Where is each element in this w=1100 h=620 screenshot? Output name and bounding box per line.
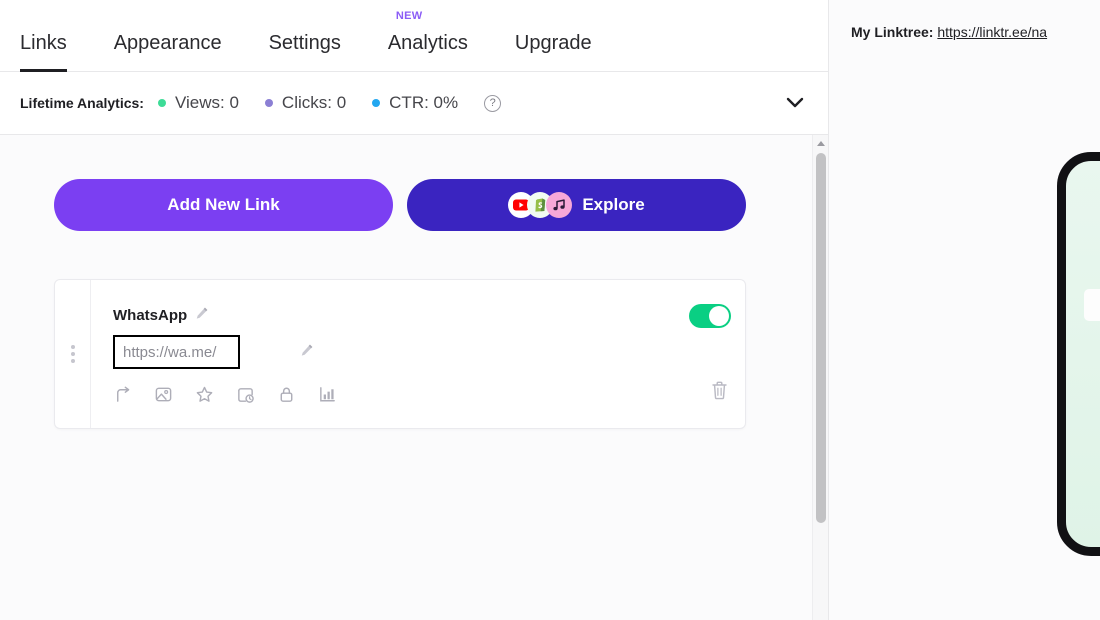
drag-dots-icon [70,342,75,366]
tab-analytics-label: Analytics [387,32,468,54]
primary-action-row: Add New Link Explore [54,179,828,231]
link-action-row [113,385,725,404]
left-pane: Links Appearance Settings NEW Analytics … [0,0,828,620]
tab-analytics[interactable]: NEW Analytics [387,10,468,71]
tab-upgrade-label: Upgrade [514,32,592,54]
explore-button[interactable]: Explore [407,179,746,231]
tab-appearance-label: Appearance [113,32,222,54]
stat-ctr: CTR: 0% [372,93,458,113]
scrollbar-thumb[interactable] [816,153,826,523]
bar-chart-icon[interactable] [318,385,337,404]
delete-link-button[interactable] [710,380,729,406]
title-pencil-icon[interactable] [195,306,209,325]
chevron-down-icon[interactable] [786,94,804,113]
link-card: WhatsApp https://wa.me/ [54,279,746,429]
stat-views: Views: 0 [157,93,239,113]
link-title: WhatsApp [113,307,188,324]
views-value: Views: 0 [174,93,239,112]
url-input[interactable]: https://wa.me/ [113,335,240,369]
tab-settings-label: Settings [268,32,341,54]
tab-links-label: Links [20,32,67,54]
tab-links[interactable]: Links [20,32,67,72]
views-dot [157,99,166,107]
add-new-link-button[interactable]: Add New Link [54,179,393,231]
explore-icon-stack [508,192,573,218]
my-linktree-label: My Linktree: [851,24,934,40]
redirect-arrow-icon[interactable] [113,385,132,404]
tab-settings[interactable]: Settings [269,32,341,71]
links-content: Add New Link Explore WhatsApp https://wa… [0,135,828,429]
clicks-dot [264,99,273,107]
tab-upgrade[interactable]: Upgrade [515,32,592,71]
stat-clicks: Clicks: 0 [264,93,347,113]
preview-pane: My Linktree: https://linktr.ee/na [828,0,1100,620]
vertical-scrollbar[interactable] [812,135,828,620]
schedule-clock-icon[interactable] [236,385,255,404]
help-icon-glyph: ? [489,97,496,109]
url-pencil-icon[interactable] [300,343,314,362]
tab-appearance[interactable]: Appearance [114,32,222,71]
lock-icon[interactable] [277,385,296,404]
link-url-row: https://wa.me/ [113,335,725,369]
new-badge: NEW [395,10,423,22]
lifetime-analytics-label: Lifetime Analytics: [20,95,144,111]
links-scroll-area: Add New Link Explore WhatsApp https://wa… [0,135,828,620]
phone-preview [1057,152,1100,556]
link-enabled-toggle[interactable] [689,304,731,328]
main-navigation: Links Appearance Settings NEW Analytics … [0,0,828,72]
ctr-value: CTR: 0% [389,93,459,112]
clicks-value: Clicks: 0 [281,93,347,112]
my-linktree-url[interactable]: https://linktr.ee/na [937,24,1047,40]
drag-handle[interactable] [55,280,91,428]
toggle-knob [709,306,729,326]
scroll-up-arrow-icon[interactable] [813,135,828,151]
lifetime-analytics-bar: Lifetime Analytics: Views: 0 Clicks: 0 C… [0,72,828,135]
star-icon[interactable] [195,385,214,404]
link-title-row: WhatsApp [113,306,725,325]
link-card-body: WhatsApp https://wa.me/ [91,280,745,428]
ctr-dot [372,99,381,107]
linktree-admin-screen: Links Appearance Settings NEW Analytics … [0,0,1100,620]
image-icon[interactable] [154,385,173,404]
my-linktree-row: My Linktree: https://linktr.ee/na [829,0,1100,40]
help-question-icon[interactable]: ? [484,94,502,112]
explore-label: Explore [582,195,645,214]
phone-preview-link-block [1084,289,1100,321]
music-note-icon [546,192,573,218]
